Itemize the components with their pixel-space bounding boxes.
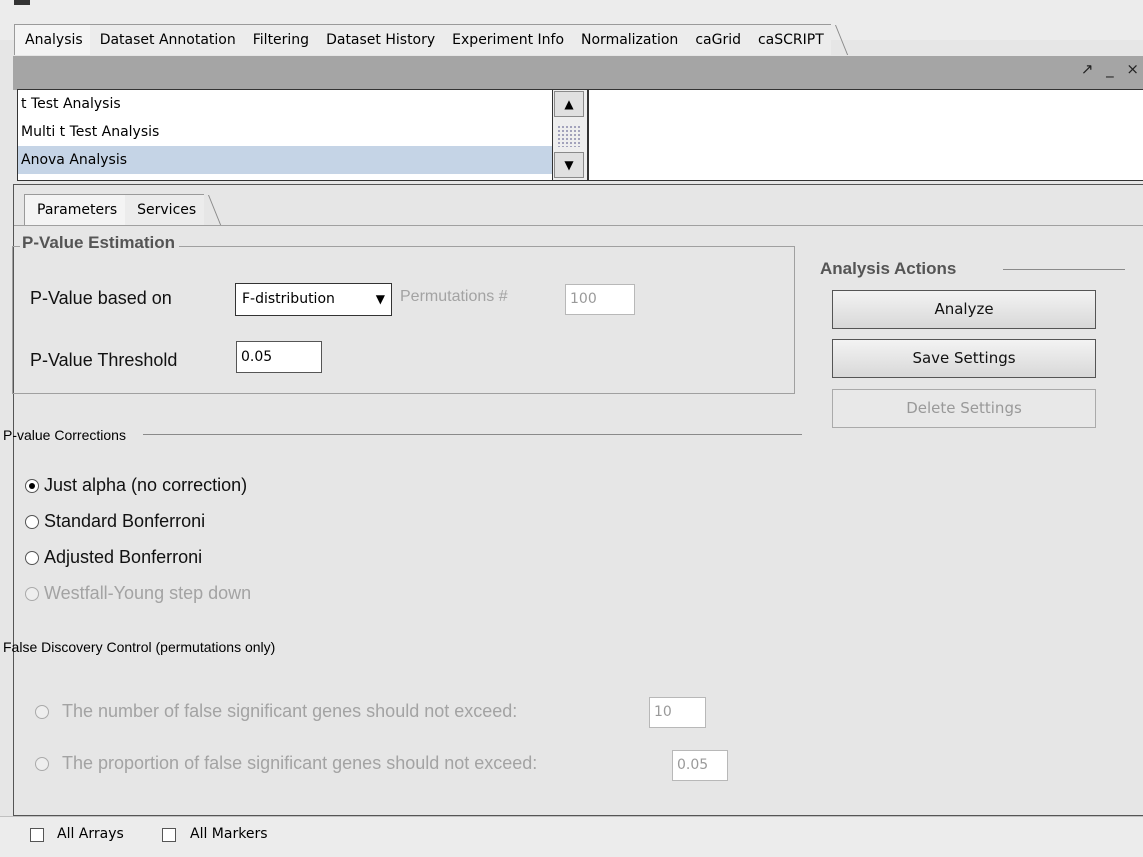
- radio-standard-bonferroni[interactable]: [25, 515, 39, 529]
- inner-tab-bar: Parameters Services: [24, 194, 205, 225]
- permutations-field[interactable]: 100: [565, 284, 635, 315]
- scroll-thumb[interactable]: [557, 125, 581, 147]
- option-adjusted-bonferroni-label[interactable]: Adjusted Bonferroni: [44, 547, 202, 568]
- permutations-label: Permutations #: [400, 288, 508, 305]
- radio-just-alpha[interactable]: [25, 479, 39, 493]
- pvalue-corrections-divider: [143, 434, 802, 435]
- option-westfall-young-label[interactable]: Westfall-Young step down: [44, 583, 251, 604]
- window-controls[interactable]: ↗ _ ×: [1081, 60, 1143, 78]
- tab-experiment-info[interactable]: Experiment Info: [442, 24, 572, 55]
- list-scrollbar[interactable]: ▲ ▼: [552, 89, 588, 181]
- radio-westfall-young[interactable]: [25, 587, 39, 601]
- tab-filtering[interactable]: Filtering: [242, 24, 317, 55]
- fdc-number-label[interactable]: The number of false significant genes sh…: [62, 701, 517, 722]
- scroll-up-icon[interactable]: ▲: [554, 91, 584, 117]
- fdc-title: False Discovery Control (permutations on…: [3, 639, 276, 655]
- delete-settings-button[interactable]: Delete Settings: [832, 389, 1096, 428]
- pvalue-estimation-group: [12, 246, 795, 394]
- list-item[interactable]: t Test Analysis: [18, 90, 553, 118]
- tab-normalization[interactable]: Normalization: [571, 24, 686, 55]
- all-arrays-label[interactable]: All Arrays: [57, 826, 124, 842]
- main-tab-bar: Analysis Dataset Annotation Filtering Da…: [14, 24, 831, 55]
- analysis-actions-title: Analysis Actions: [820, 259, 957, 278]
- all-markers-label[interactable]: All Markers: [190, 826, 268, 842]
- analysis-list[interactable]: t Test Analysis Multi t Test Analysis An…: [17, 89, 554, 181]
- pvalue-corrections-title: P-value Corrections: [3, 427, 126, 443]
- fdc-proportion-field[interactable]: 0.05: [672, 750, 728, 781]
- radio-fdc-number[interactable]: [35, 705, 49, 719]
- chevron-down-icon: ▼: [375, 292, 385, 306]
- panel-title-bar: [13, 56, 1143, 90]
- save-settings-button[interactable]: Save Settings: [832, 339, 1096, 378]
- pvalue-threshold-label: P-Value Threshold: [30, 350, 178, 370]
- option-standard-bonferroni-label[interactable]: Standard Bonferroni: [44, 511, 205, 532]
- pvalue-threshold-field[interactable]: 0.05: [236, 341, 322, 373]
- tab-cascript[interactable]: caSCRIPT: [747, 24, 831, 55]
- analyze-button[interactable]: Analyze: [832, 290, 1096, 329]
- description-panel: [588, 89, 1143, 181]
- option-just-alpha-label[interactable]: Just alpha (no correction): [44, 475, 247, 496]
- radio-fdc-proportion[interactable]: [35, 757, 49, 771]
- analysis-actions-divider: [1003, 269, 1125, 270]
- pvalue-estimation-title: P-Value Estimation: [20, 233, 180, 253]
- tab-services[interactable]: Services: [125, 194, 205, 225]
- all-arrays-checkbox[interactable]: [30, 828, 44, 842]
- pvalue-based-on-label: P-Value based on: [30, 288, 172, 308]
- all-markers-checkbox[interactable]: [162, 828, 176, 842]
- tab-cagrid[interactable]: caGrid: [685, 24, 748, 55]
- tab-dataset-annotation[interactable]: Dataset Annotation: [89, 24, 243, 55]
- distribution-select-value: F-distribution: [242, 291, 335, 307]
- scroll-down-icon[interactable]: ▼: [554, 152, 584, 178]
- radio-adjusted-bonferroni[interactable]: [25, 551, 39, 565]
- inner-tab-divider: [14, 225, 1143, 226]
- fdc-proportion-label[interactable]: The proportion of false significant gene…: [62, 753, 537, 774]
- tab-dataset-history[interactable]: Dataset History: [316, 24, 443, 55]
- list-item[interactable]: Multi t Test Analysis: [18, 118, 553, 146]
- tab-parameters[interactable]: Parameters: [24, 194, 126, 225]
- fdc-number-field[interactable]: 10: [649, 697, 706, 728]
- tab-analysis[interactable]: Analysis: [14, 24, 90, 55]
- list-item-selected[interactable]: Anova Analysis: [18, 146, 553, 174]
- top-edge-mark: [14, 0, 30, 5]
- distribution-select[interactable]: F-distribution ▼: [235, 283, 392, 316]
